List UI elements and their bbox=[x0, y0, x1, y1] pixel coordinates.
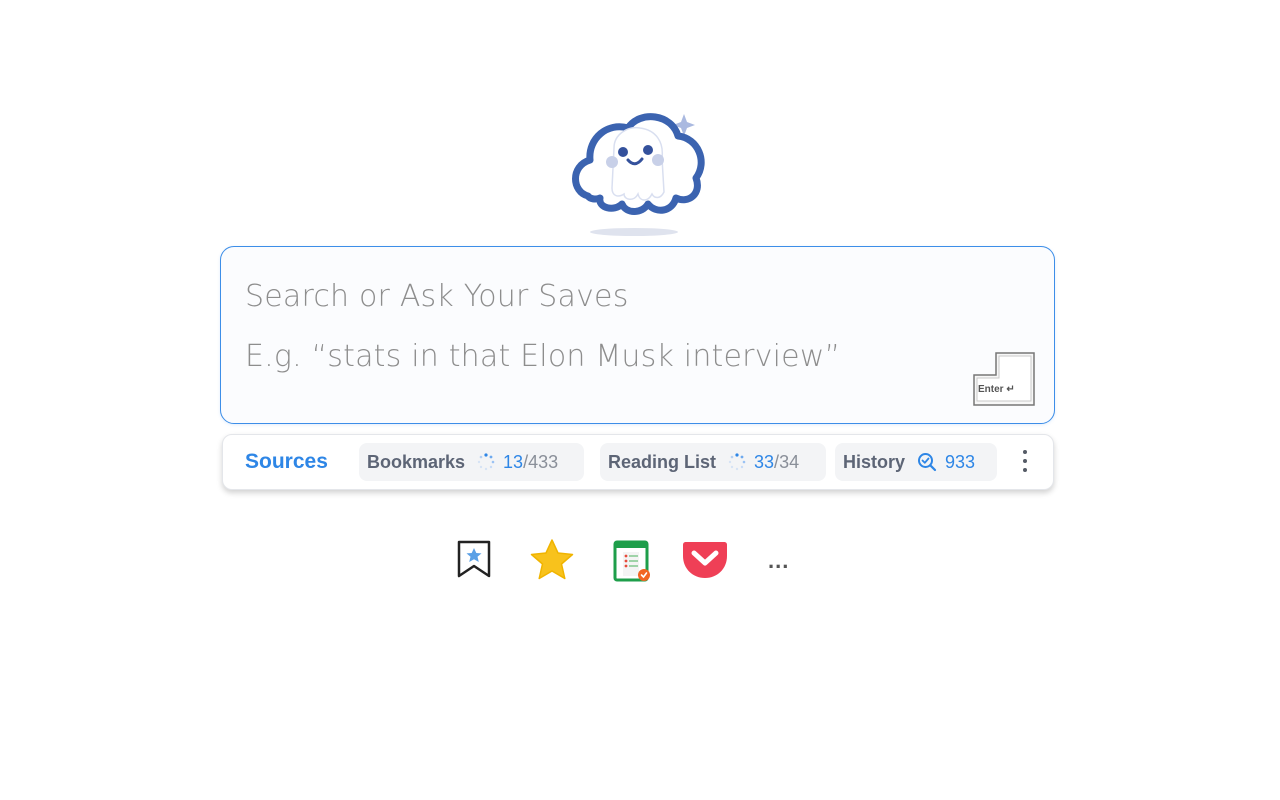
search-placeholder-example: E.g. “stats in that Elon Musk interview” bbox=[245, 339, 841, 374]
bookmarks-current: 13 bbox=[503, 451, 524, 472]
search-placeholder-title: Search or Ask Your Saves bbox=[245, 279, 629, 314]
sources-bar: Sources Bookmarks 13/433 Reading List 33… bbox=[222, 434, 1054, 490]
bookmark-star-icon[interactable] bbox=[455, 538, 493, 585]
bookmarks-total: 433 bbox=[528, 451, 559, 472]
chip-label: History bbox=[843, 451, 906, 472]
loading-spinner-icon bbox=[477, 453, 495, 471]
reading-list-current: 33 bbox=[754, 451, 775, 472]
sources-label[interactable]: Sources bbox=[245, 450, 328, 474]
loading-spinner-icon bbox=[728, 453, 746, 471]
source-chip-history[interactable]: History 933 bbox=[835, 443, 997, 481]
reading-list-total: 34 bbox=[779, 451, 800, 472]
more-options-icon[interactable] bbox=[1015, 445, 1035, 479]
history-count: 933 bbox=[945, 451, 976, 472]
chip-label: Reading List bbox=[608, 451, 717, 472]
notes-checklist-icon[interactable] bbox=[612, 538, 654, 589]
import-sources-row: ... bbox=[0, 538, 1280, 588]
source-chip-bookmarks[interactable]: Bookmarks 13/433 bbox=[359, 443, 584, 481]
more-sources-button[interactable]: ... bbox=[768, 548, 789, 574]
enter-key-button[interactable]: Enter ↵ bbox=[972, 351, 1036, 407]
mascot-logo bbox=[568, 108, 708, 240]
star-icon[interactable] bbox=[529, 538, 575, 587]
search-ask-input[interactable]: Search or Ask Your Saves E.g. “stats in … bbox=[220, 246, 1055, 424]
chip-label: Bookmarks bbox=[367, 451, 466, 472]
search-check-icon bbox=[918, 453, 937, 472]
enter-key-label: Enter ↵ bbox=[978, 384, 1015, 395]
source-chip-reading-list[interactable]: Reading List 33/34 bbox=[600, 443, 826, 481]
pocket-icon[interactable] bbox=[682, 538, 728, 585]
